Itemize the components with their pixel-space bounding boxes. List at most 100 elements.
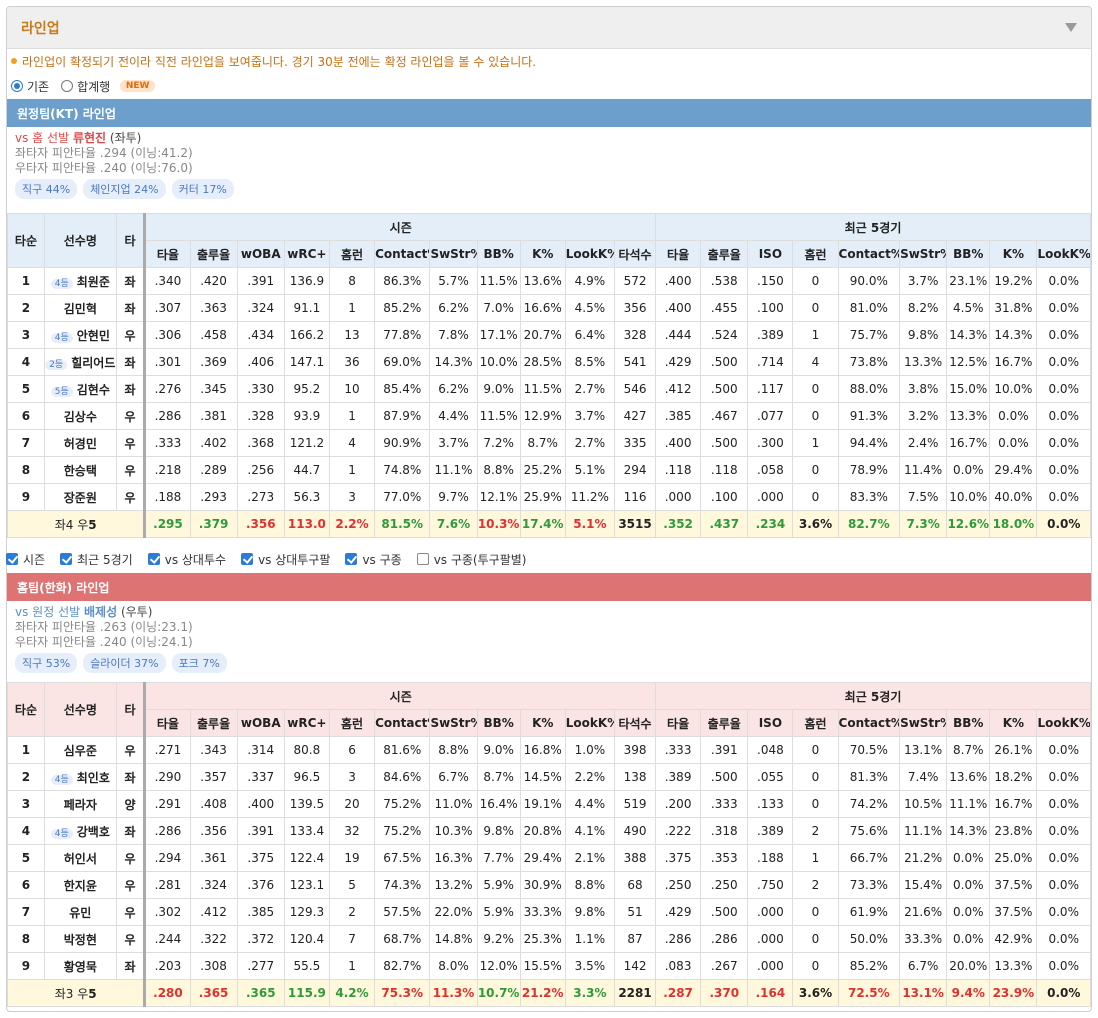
stat-cell: 2 xyxy=(792,871,839,899)
player-cell[interactable]: 4등 강백호 xyxy=(43,817,117,845)
total-cell: .280 xyxy=(143,979,191,1007)
col-header[interactable]: wOBA xyxy=(236,240,285,268)
checkbox-unchecked-icon[interactable] xyxy=(416,553,429,565)
col-header[interactable]: BB% xyxy=(946,240,991,268)
stat-cell: .000 xyxy=(655,483,702,511)
stat-cell: 14.3% xyxy=(989,321,1038,349)
filter-vs-arm[interactable]: vs 상대투구팔 xyxy=(241,551,330,568)
col-header[interactable]: BB% xyxy=(476,709,521,737)
col-header[interactable]: 출루율 xyxy=(700,709,749,737)
col-header[interactable]: wOBA xyxy=(236,709,285,737)
checkbox-checked-icon[interactable] xyxy=(60,553,73,565)
col-header[interactable]: Contact% xyxy=(374,240,431,268)
filter-vs-pitch[interactable]: vs 구종 xyxy=(345,551,402,568)
radio-combined[interactable]: 합계행 NEW xyxy=(61,78,156,95)
bat-hand: 좌 xyxy=(115,817,146,845)
checkbox-checked-icon[interactable] xyxy=(241,553,254,565)
player-cell[interactable]: 황영묵 xyxy=(43,952,117,980)
col-header[interactable]: SwStr% xyxy=(429,240,478,268)
col-header[interactable]: ISO xyxy=(747,240,794,268)
col-header[interactable]: LookK% xyxy=(564,709,616,737)
pitcher-name[interactable]: 배제성 xyxy=(84,605,117,619)
col-header[interactable]: wRC+ xyxy=(283,709,330,737)
col-header[interactable]: SwStr% xyxy=(899,709,948,737)
col-header[interactable]: BB% xyxy=(476,240,521,268)
bat-hand: 좌 xyxy=(115,763,146,791)
player-cell[interactable]: 4등 최원준 xyxy=(43,267,117,295)
stat-cell: 0.0% xyxy=(989,429,1038,457)
col-header[interactable]: 홈런 xyxy=(792,709,839,737)
checkbox-checked-icon[interactable] xyxy=(345,553,358,565)
col-header[interactable]: LookK% xyxy=(1036,709,1091,737)
col-header[interactable]: 출루율 xyxy=(700,240,749,268)
col-header[interactable]: K% xyxy=(989,709,1038,737)
col-header[interactable]: wRC+ xyxy=(283,240,330,268)
player-cell[interactable]: 2등 힐리어드 xyxy=(43,348,117,376)
col-header[interactable]: LookK% xyxy=(564,240,616,268)
col-header[interactable]: SwStr% xyxy=(429,709,478,737)
player-cell[interactable]: 유민 xyxy=(43,898,117,926)
col-header[interactable]: SwStr% xyxy=(899,240,948,268)
stat-cell: 7 xyxy=(328,925,376,953)
player-cell[interactable]: 허경민 xyxy=(43,429,117,457)
pitcher-name[interactable]: 류현진 xyxy=(73,131,106,145)
col-header[interactable]: 타석수 xyxy=(613,240,657,268)
player-cell[interactable]: 5등 김현수 xyxy=(43,375,117,403)
col-header[interactable]: K% xyxy=(519,240,566,268)
stat-cell: 85.2% xyxy=(374,294,431,322)
home-team-bar: 홈팀(한화) 라인업 xyxy=(7,573,1091,601)
col-header[interactable]: 타율 xyxy=(655,709,702,737)
player-cell[interactable]: 한지윤 xyxy=(43,871,117,899)
radio-checked-icon[interactable] xyxy=(11,80,23,92)
stat-cell: .100 xyxy=(747,294,794,322)
player-cell[interactable]: 4등 안현민 xyxy=(43,321,117,349)
filter-vs-pitch-arm[interactable]: vs 구종(투구팔별) xyxy=(416,551,526,568)
radio-unchecked-icon[interactable] xyxy=(61,80,74,92)
filter-recent5[interactable]: 최근 5경기 xyxy=(60,551,133,568)
player-cell[interactable]: 김상수 xyxy=(43,402,117,430)
stat-cell: 0.0% xyxy=(946,925,991,953)
col-header[interactable]: K% xyxy=(519,709,566,737)
stat-cell: 8.7% xyxy=(476,763,521,791)
col-header[interactable]: Contact% xyxy=(374,709,431,737)
player-cell[interactable]: 페라자 xyxy=(43,790,117,818)
total-cell: 2281 xyxy=(613,979,657,1007)
player-cell[interactable]: 허인서 xyxy=(43,844,117,872)
stat-cell: 32 xyxy=(328,817,376,845)
checkbox-checked-icon[interactable] xyxy=(147,553,160,565)
col-header[interactable]: 홈런 xyxy=(328,709,376,737)
stat-cell: 29.4% xyxy=(519,844,566,872)
stat-cell: 294 xyxy=(613,456,657,484)
col-header[interactable]: Contact% xyxy=(837,709,901,737)
stat-cell: 25.3% xyxy=(519,925,566,953)
collapse-caret-icon[interactable] xyxy=(1065,23,1077,32)
player-cell[interactable]: 4등 최인호 xyxy=(43,763,117,791)
checkbox-checked-icon[interactable] xyxy=(6,553,18,565)
col-header[interactable]: K% xyxy=(989,240,1038,268)
player-cell[interactable]: 박정현 xyxy=(43,925,117,953)
col-header[interactable]: 타율 xyxy=(143,709,191,737)
col-header[interactable]: 타율 xyxy=(655,240,702,268)
total-cell: 10.7% xyxy=(476,979,521,1007)
col-header[interactable]: 출루율 xyxy=(189,240,238,268)
radio-basic[interactable]: 기존 xyxy=(11,78,49,95)
player-cell[interactable]: 심우준 xyxy=(43,736,117,764)
col-header[interactable]: Contact% xyxy=(837,240,901,268)
panel-header[interactable]: 라인업 xyxy=(7,7,1091,49)
player-cell[interactable]: 김민혁 xyxy=(43,294,117,322)
player-cell[interactable]: 한승택 xyxy=(43,456,117,484)
col-header[interactable]: BB% xyxy=(946,709,991,737)
col-header[interactable]: 타석수 xyxy=(613,709,657,737)
player-name: 강백호 xyxy=(76,824,110,839)
player-cell[interactable]: 장준원 xyxy=(43,483,117,511)
col-header[interactable]: 홈런 xyxy=(328,240,376,268)
col-order: 타순 xyxy=(7,682,45,737)
filter-season[interactable]: 시즌 xyxy=(6,551,45,568)
filter-vs-pitcher[interactable]: vs 상대투수 xyxy=(147,551,226,568)
col-order: 타순 xyxy=(7,213,45,268)
col-header[interactable]: 타율 xyxy=(143,240,191,268)
col-header[interactable]: 출루율 xyxy=(189,709,238,737)
col-header[interactable]: ISO xyxy=(747,709,794,737)
col-header[interactable]: 홈런 xyxy=(792,240,839,268)
col-header[interactable]: LookK% xyxy=(1036,240,1091,268)
